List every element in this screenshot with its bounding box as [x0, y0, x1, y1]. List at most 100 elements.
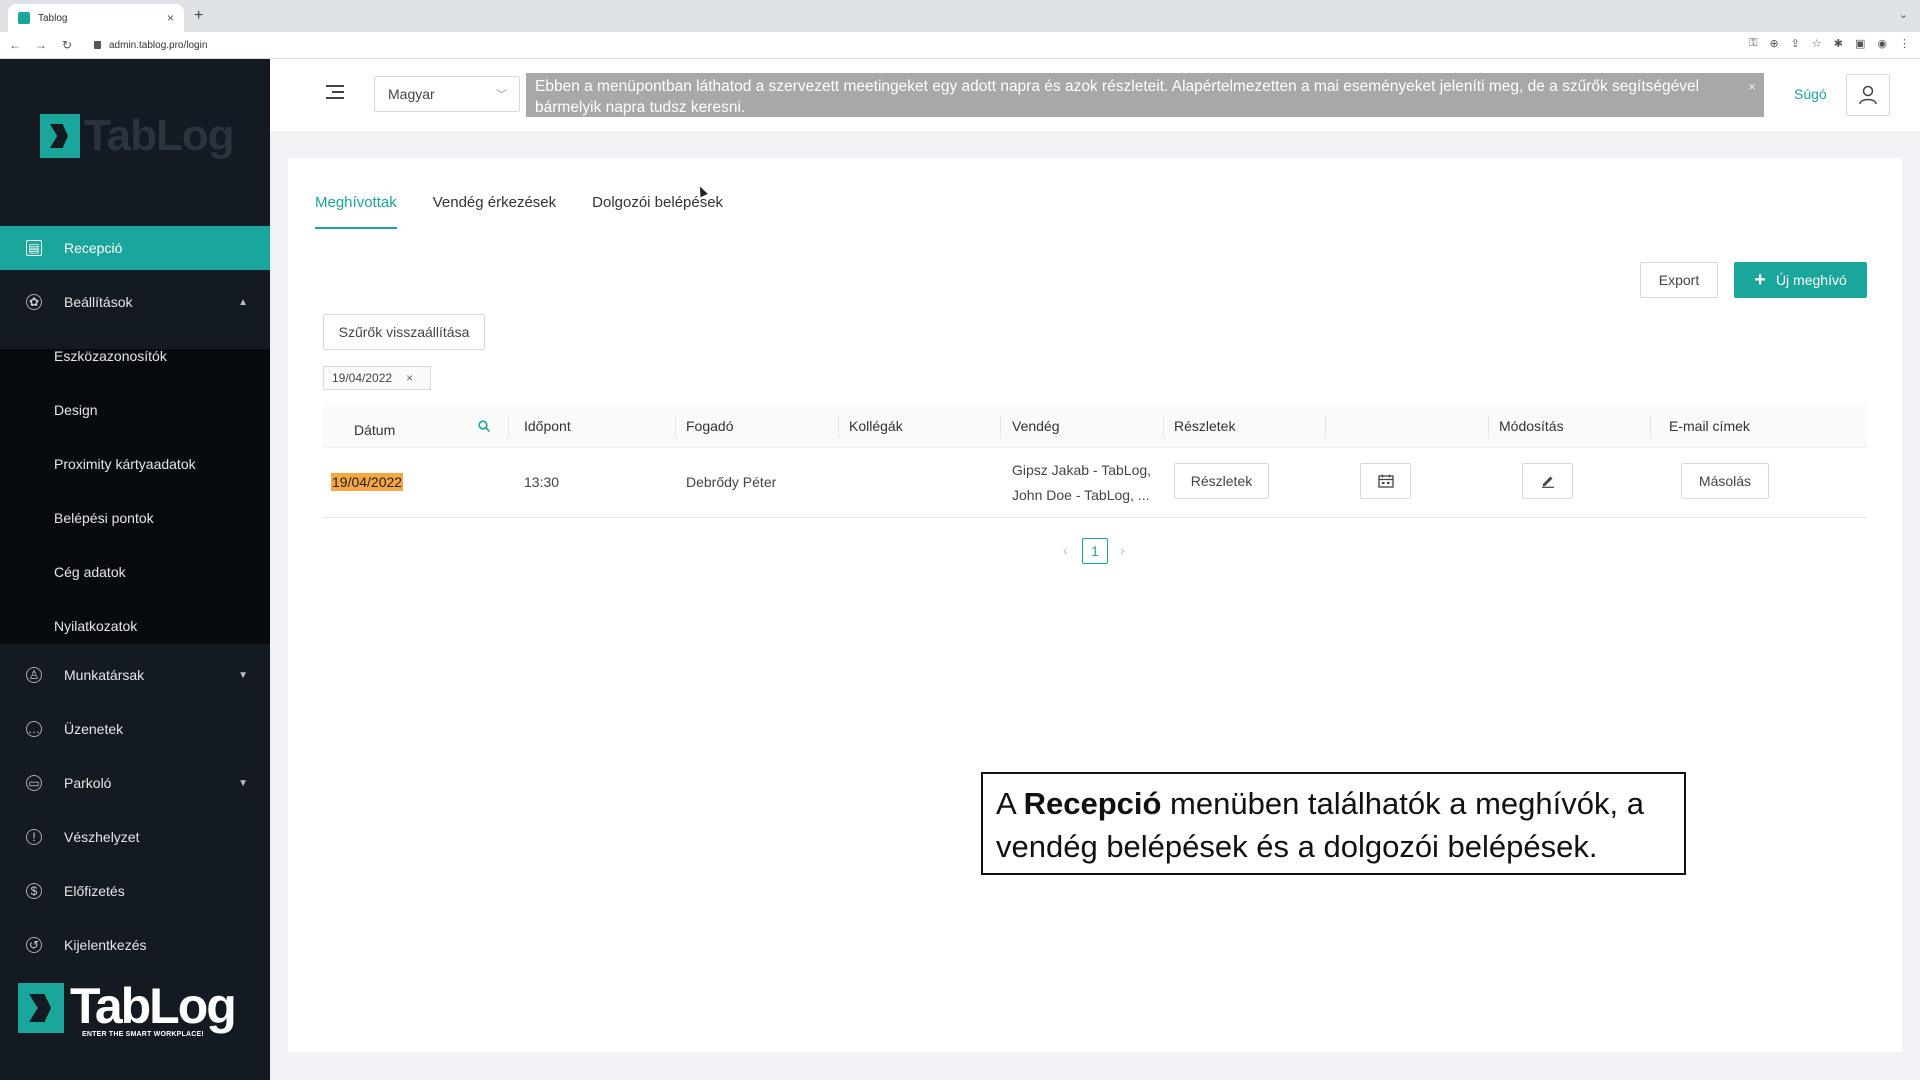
browser-actions: ⚿ ⊕ ⇪ ☆ ✱ ▣ ◉ ⋮	[1749, 37, 1910, 50]
sidebar-item-kijelentkezes[interactable]: ↺ Kijelentkezés	[0, 923, 270, 967]
caption-text-pre: A	[996, 786, 1024, 821]
chevron-left-icon[interactable]: ‹	[1063, 542, 1068, 558]
language-value: Magyar	[388, 86, 435, 102]
sidebar-item-label: Előfizetés	[64, 883, 125, 899]
edit-button[interactable]	[1522, 463, 1573, 499]
lock-icon	[94, 41, 101, 49]
star-icon[interactable]: ☆	[1812, 37, 1822, 50]
column-header-datum[interactable]: Dátum	[354, 422, 395, 438]
brand-tagline: ENTER THE SMART WORKPLACE!	[82, 1031, 204, 1038]
brand-wordmark: TabLog	[70, 978, 237, 1034]
hint-text: Ebben a menüpontban láthatod a szervezet…	[535, 78, 1700, 116]
cell-time: 13:30	[524, 474, 560, 490]
tablog-logo-mark-icon	[40, 114, 80, 158]
submenu-item-nyilatkozatok[interactable]: Nyilatkozatok	[54, 618, 137, 634]
sidebar-logo-text: TabLog	[84, 111, 235, 160]
details-button[interactable]: Részletek	[1174, 463, 1269, 499]
new-tab-button[interactable]: +	[194, 7, 203, 25]
reload-icon[interactable]: ↻	[56, 38, 78, 52]
submenu-item-ceg-adatok[interactable]: Cég adatok	[54, 564, 126, 580]
column-header-kollegak: Kollégák	[849, 418, 903, 434]
settings-submenu	[0, 349, 270, 644]
new-invite-button[interactable]: + Új meghívó	[1734, 262, 1867, 298]
chevron-up-icon: ▲	[238, 296, 248, 308]
export-button[interactable]: Export	[1640, 262, 1718, 298]
share-icon[interactable]: ⇪	[1791, 37, 1800, 50]
search-icon[interactable]	[478, 420, 490, 432]
top-header: Magyar ﹀ Ebben a menüpontban láthatod a …	[270, 59, 1920, 131]
column-divider	[1650, 416, 1651, 438]
gear-icon: ✿	[26, 294, 42, 310]
submenu-item-belepesi-pontok[interactable]: Belépési pontok	[54, 510, 154, 526]
column-divider	[1488, 416, 1489, 438]
zoom-icon[interactable]: ⊕	[1769, 37, 1778, 50]
column-divider	[508, 416, 509, 438]
tablog-brand-logo: TabLog ENTER THE SMART WORKPLACE!	[18, 981, 248, 1051]
browser-tab-title: Tablog	[38, 12, 68, 24]
user-icon	[1859, 85, 1877, 105]
sidebar-item-munkatarsak[interactable]: ♙ Munkatársak ▼	[0, 653, 270, 697]
extensions-icon[interactable]: ✱	[1834, 37, 1843, 50]
close-icon[interactable]: ×	[1748, 76, 1756, 97]
sidebar-item-uzenetek[interactable]: … Üzenetek	[0, 707, 270, 751]
sidebar-item-recepcio[interactable]: ▤ Recepció	[0, 226, 270, 270]
close-icon[interactable]: ×	[406, 371, 413, 385]
language-select[interactable]: Magyar ﹀	[374, 76, 520, 112]
guest-line: John Doe - TabLog, ...	[1012, 487, 1150, 503]
chevron-down-icon: ▼	[238, 669, 248, 681]
chevron-right-icon[interactable]: ›	[1120, 542, 1125, 558]
browser-tab[interactable]: Tablog ×	[8, 4, 184, 32]
url-text: admin.tablog.pro/login	[109, 39, 208, 51]
tab-bar: Meghívottak Vendég érkezések Dolgozói be…	[315, 194, 759, 230]
column-header-email-cimek: E-mail címek	[1669, 418, 1750, 434]
column-header-modositas: Módosítás	[1499, 418, 1564, 434]
sidebar: TabLog ▤ Recepció ✿ Beállítások ▲ Eszköz…	[0, 59, 270, 1080]
submenu-item-proximity[interactable]: Proximity kártyaadatok	[54, 456, 196, 472]
tab-meghivottak[interactable]: Meghívottak	[315, 194, 397, 230]
column-divider	[1000, 416, 1001, 438]
more-icon[interactable]: ⋮	[1899, 37, 1910, 50]
user-icon: ♙	[26, 667, 42, 683]
column-divider	[1325, 416, 1326, 438]
tab-search-icon[interactable]: ⌄	[1899, 8, 1908, 21]
chevron-down-icon: ﹀	[496, 89, 507, 101]
copy-button[interactable]: Másolás	[1681, 463, 1769, 499]
back-icon[interactable]: ←	[4, 38, 26, 52]
sidebar-logo: TabLog	[40, 111, 240, 161]
table-row: 19/04/2022 13:30 Debrődy Péter Gipsz Jak…	[323, 448, 1867, 518]
calendar-button[interactable]	[1360, 463, 1411, 499]
collapse-menu-icon[interactable]	[326, 85, 344, 99]
address-bar[interactable]: admin.tablog.pro/login	[94, 40, 207, 51]
reset-filters-button[interactable]: Szűrők visszaállítása	[323, 314, 485, 350]
sidebar-item-label: Recepció	[64, 240, 123, 256]
edit-icon	[1541, 476, 1554, 488]
main-content: Meghívottak Vendég érkezések Dolgozói be…	[288, 158, 1902, 1052]
copy-label: Másolás	[1698, 473, 1752, 489]
help-link[interactable]: Súgó	[1794, 86, 1827, 102]
sidebar-item-veszhelyzet[interactable]: ! Vészhelyzet	[0, 815, 270, 859]
page-number-current[interactable]: 1	[1082, 538, 1108, 564]
sidebar-item-parkolo[interactable]: ▭ Parkoló ▼	[0, 761, 270, 805]
key-icon[interactable]: ⚿	[1749, 37, 1757, 50]
submenu-item-eszkozazonositok[interactable]: Eszközazonosítók	[54, 348, 167, 364]
tablog-logo-mark-icon	[18, 983, 64, 1033]
car-icon: ▭	[26, 775, 42, 791]
filter-tag-value: 19/04/2022	[332, 371, 393, 385]
user-account-button[interactable]	[1846, 74, 1890, 116]
submenu-item-design[interactable]: Design	[54, 402, 98, 418]
reception-icon: ▤	[26, 240, 42, 256]
sidebar-item-beallitasok[interactable]: ✿ Beállítások ▲	[0, 280, 270, 324]
cell-host: Debrődy Péter	[686, 474, 777, 490]
profile-icon[interactable]: ◉	[1877, 37, 1887, 50]
tab-dolgozoi-belepesek[interactable]: Dolgozói belépések	[592, 194, 723, 230]
logout-icon: ↺	[26, 937, 42, 953]
sidebar-item-elofizetes[interactable]: $ Előfizetés	[0, 869, 270, 913]
sidepanel-icon[interactable]: ▣	[1855, 37, 1865, 50]
dollar-icon: $	[26, 883, 42, 899]
sidebar-item-label: Vészhelyzet	[64, 829, 140, 845]
details-label: Részletek	[1190, 473, 1253, 489]
forward-icon[interactable]: →	[30, 38, 52, 52]
tab-vendeg-erkezesek[interactable]: Vendég érkezések	[433, 194, 556, 230]
sidebar-item-label: Munkatársak	[64, 667, 145, 683]
close-tab-icon[interactable]: ×	[167, 11, 174, 25]
